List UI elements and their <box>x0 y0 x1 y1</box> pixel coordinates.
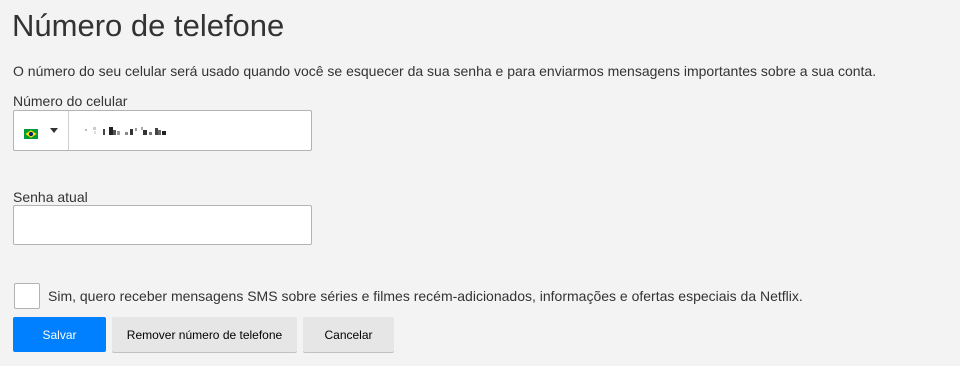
save-button[interactable]: Salvar <box>13 317 106 352</box>
current-password-input[interactable] <box>13 205 312 245</box>
country-code-select[interactable] <box>14 111 69 150</box>
password-field-label: Senha atual <box>13 189 88 205</box>
remove-phone-button[interactable]: Remover número de telefone <box>112 317 297 352</box>
page-title: Número de telefone <box>12 8 285 43</box>
brazil-flag-icon <box>24 126 38 139</box>
phone-field-label: Número do celular <box>13 93 128 109</box>
obscured-phone-number <box>85 126 166 135</box>
cancel-button[interactable]: Cancelar <box>303 317 394 352</box>
sms-opt-in-checkbox[interactable] <box>14 283 40 309</box>
phone-input-group <box>13 110 312 151</box>
sms-opt-in-label[interactable]: Sim, quero receber mensagens SMS sobre s… <box>48 287 803 305</box>
phone-number-input[interactable] <box>85 124 185 138</box>
page-description: O número do seu celular será usado quand… <box>13 63 877 79</box>
chevron-down-icon <box>50 128 58 133</box>
